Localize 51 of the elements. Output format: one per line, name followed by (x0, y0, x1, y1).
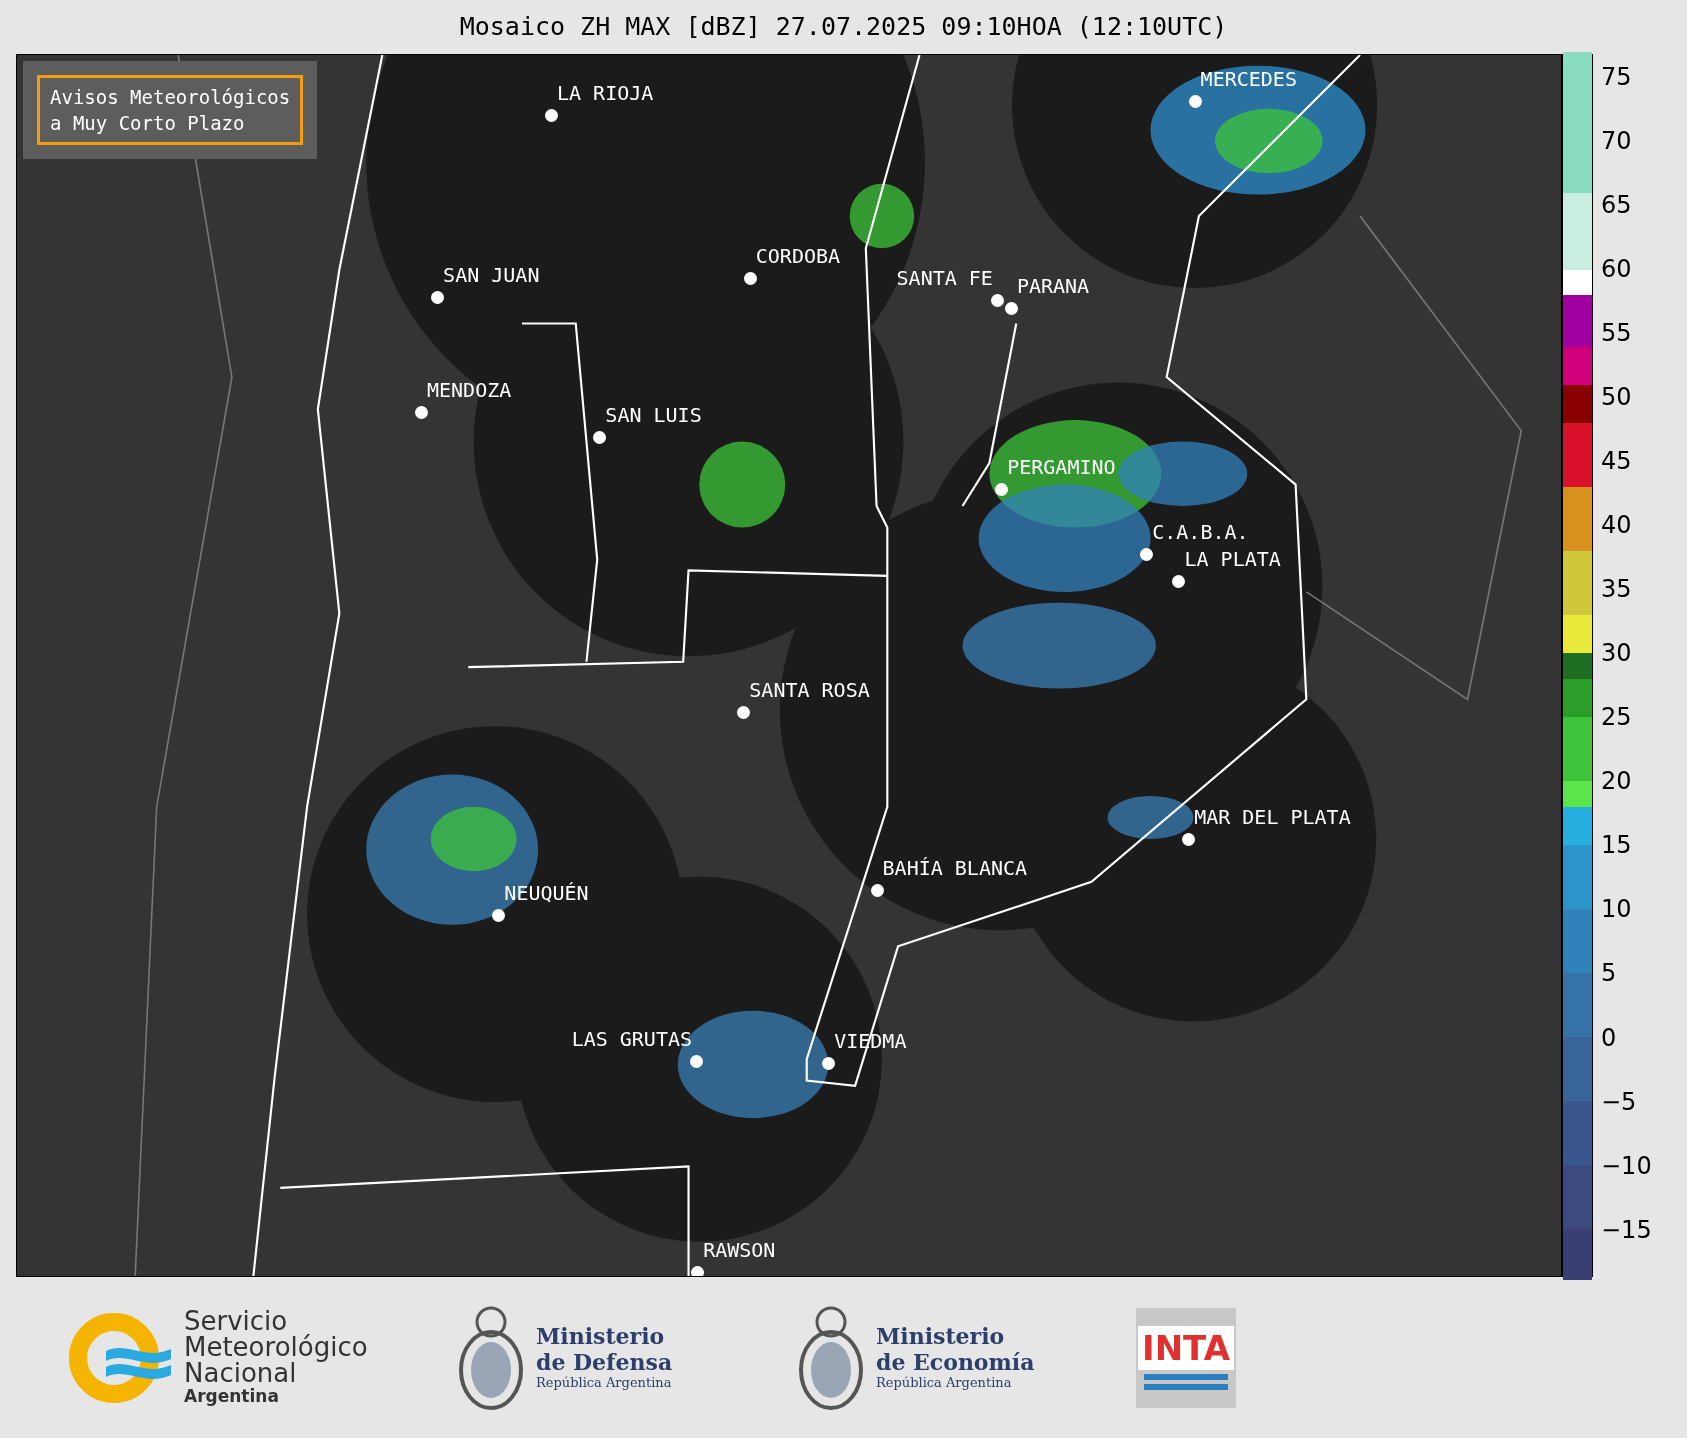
city-label: NEUQUÉN (504, 883, 589, 904)
warning-link[interactable]: Avisos Meteorológicos a Muy Corto Plazo (37, 75, 304, 145)
logo-text: Nacional (184, 1359, 297, 1386)
colorbar-tick-label: 45 (1601, 449, 1632, 474)
city-label: RAWSON (703, 1239, 776, 1260)
colorbar-tick-label: 5 (1601, 961, 1617, 986)
logo-text: República Argentina (876, 1375, 1013, 1392)
logo-text: de Defensa (536, 1349, 673, 1376)
logo-text: Ministerio (536, 1323, 666, 1350)
logo-text: de Economía (876, 1349, 1035, 1376)
colorbar-tick-label: 20 (1601, 769, 1632, 794)
logo-text: República Argentina (536, 1375, 673, 1392)
logo-text: Ministerio (876, 1323, 1006, 1350)
logo-text: Argentina (184, 1385, 280, 1408)
city-label: LA RIOJA (557, 83, 654, 104)
city-label: PERGAMINO (1007, 456, 1116, 477)
city-label: MAR DEL PLATA (1194, 806, 1351, 827)
city-label: SANTA ROSA (749, 680, 870, 701)
colorbar-tick-label: 55 (1601, 321, 1632, 346)
logo-text: INTA (1138, 1325, 1234, 1370)
colorbar-tick-label: 10 (1601, 897, 1632, 922)
colorbar-tick-label: 70 (1601, 129, 1632, 154)
warning-text: a Muy Corto Plazo (50, 111, 246, 136)
colorbar-tick-label: 30 (1601, 641, 1632, 666)
city-label: SAN LUIS (605, 405, 702, 426)
warning-text: Avisos Meteorológicos (50, 85, 291, 110)
colorbar-tick-label: 75 (1601, 65, 1632, 90)
colorbar-tick-label: 0 (1601, 1025, 1617, 1050)
colorbar-tick-label: 40 (1601, 513, 1632, 538)
city-label: SANTA FE (896, 267, 993, 288)
colorbar-tick-label: 35 (1601, 577, 1632, 602)
colorbar-tick-label: 50 (1601, 385, 1632, 410)
city-label: C.A.B.A. (1152, 522, 1249, 543)
city-label: MERCEDES (1200, 69, 1297, 90)
city-label: SAN JUAN (443, 264, 540, 285)
chart-title: Mosaico ZH MAX [dBZ] 27.07.2025 09:10HOA (12:10UTC) (459, 11, 1228, 44)
city-label: PARANA (1016, 276, 1090, 297)
colorbar-tick-label: 65 (1601, 193, 1632, 218)
colorbar-tick-label: 60 (1601, 257, 1632, 282)
city-label: CORDOBA (755, 246, 841, 267)
logo-text: Servicio (184, 1307, 288, 1334)
colorbar-tick-label: 15 (1601, 833, 1632, 858)
city-label: MENDOZA (427, 379, 512, 400)
city-label: LA PLATA (1184, 549, 1281, 570)
colorbar-tick-label: 25 (1601, 705, 1632, 730)
city-label: BAHÍA BLANCA (882, 858, 1028, 879)
city-label: LAS GRUTAS (571, 1029, 693, 1050)
logo-text: Meteorológico (184, 1333, 368, 1360)
colorbar-tick-label: −15 (1601, 1217, 1652, 1242)
colorbar-tick-label: −10 (1601, 1153, 1652, 1178)
colorbar-tick-label: −5 (1601, 1089, 1637, 1114)
